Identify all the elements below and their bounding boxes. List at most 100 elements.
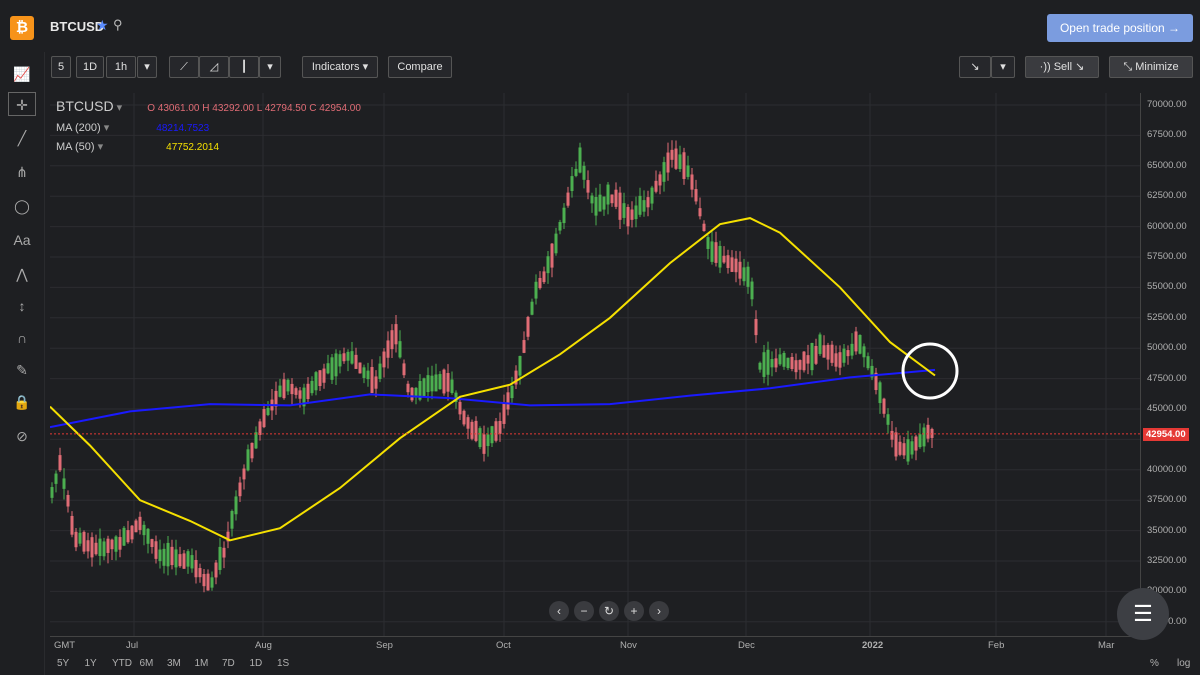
chart-toolbar: 5 1D 1h ▾ ⟋ ◿ ┃ ▾ Indicators ▾ Compare ↘… — [0, 52, 1200, 88]
sell-button[interactable]: ·)) Sell ↘ — [1025, 56, 1099, 78]
candle-body — [654, 180, 658, 192]
candle-body — [478, 428, 482, 448]
period-1m-button[interactable]: 1M — [195, 658, 209, 669]
candlestick-chart[interactable] — [49, 93, 1140, 636]
candle-body — [218, 546, 222, 570]
period-1s-button[interactable]: 1S — [277, 658, 289, 669]
pencil-icon[interactable]: ✎ — [8, 358, 36, 382]
period-3m-button[interactable]: 3M — [167, 658, 181, 669]
price-tick-label: 60000.00 — [1147, 220, 1187, 232]
axis-mode-log-button[interactable]: log — [1177, 658, 1190, 669]
magnet-icon[interactable]: ∩ — [8, 326, 36, 350]
search-icon[interactable]: ⚲ — [113, 17, 123, 33]
hide-drawings-icon[interactable]: ⊘ — [8, 424, 36, 448]
open-trade-button[interactable]: Open trade position → — [1047, 14, 1193, 42]
candle-body — [150, 539, 154, 548]
scroll-right-button[interactable]: › — [649, 601, 669, 621]
candle-body — [298, 390, 302, 399]
order-direction-icon[interactable]: ↘ — [959, 56, 991, 78]
ma200-label[interactable]: MA (200) — [56, 122, 101, 134]
line-chart-icon[interactable]: ⟋ — [169, 56, 199, 78]
period-7d-button[interactable]: 7D — [222, 658, 235, 669]
time-axis[interactable]: GMT Jul Aug Sep Oct Nov Dec 2022 Feb Mar — [50, 636, 1140, 654]
ellipse-icon[interactable]: ◯ — [8, 194, 36, 218]
period-5y-button[interactable]: 5Y — [57, 658, 69, 669]
pitchfork-icon[interactable]: ⋔ — [8, 160, 36, 184]
reset-chart-button[interactable]: ↻ — [599, 601, 619, 621]
crosshair-icon[interactable]: ✛ — [8, 92, 36, 116]
candle-body — [630, 209, 634, 220]
area-chart-icon[interactable]: ◿ — [199, 56, 229, 78]
compare-button[interactable]: Compare — [388, 56, 452, 78]
text-tool-icon[interactable]: Aa — [8, 228, 36, 252]
candle-body — [346, 351, 350, 361]
candle-body — [518, 355, 522, 376]
interval-1d-button[interactable]: 1D — [76, 56, 104, 78]
candle-body — [422, 378, 426, 397]
candle-body — [466, 417, 470, 429]
order-dropdown-icon[interactable]: ▾ — [991, 56, 1015, 78]
candle-body — [234, 496, 238, 515]
interval-1h-button[interactable]: 1h — [106, 56, 136, 78]
indicators-button[interactable]: Indicators ▾ — [302, 56, 378, 78]
chart-type-dropdown-icon[interactable]: ▾ — [259, 56, 281, 78]
candle-body — [178, 554, 182, 567]
candle-body — [526, 316, 530, 337]
candle-body — [382, 351, 386, 368]
candle-body — [458, 401, 462, 415]
scroll-left-button[interactable]: ‹ — [549, 601, 569, 621]
candle-body — [914, 436, 918, 451]
candle-body — [606, 184, 610, 205]
candle-body — [214, 562, 218, 578]
interval-5-button[interactable]: 5 — [51, 56, 71, 78]
price-axis[interactable]: 70000.00 67500.00 65000.00 62500.00 60000.00… — [1140, 93, 1200, 636]
candle-body — [50, 487, 54, 498]
candle-body — [286, 379, 290, 392]
candle-body — [198, 568, 202, 578]
candle-body — [690, 174, 694, 190]
period-ytd-button[interactable]: YTD — [112, 658, 132, 669]
candle-body — [266, 407, 270, 416]
price-tick-label: 55000.00 — [1147, 281, 1187, 293]
ma50-label[interactable]: MA (50) — [56, 141, 95, 153]
candle-body — [354, 354, 358, 369]
candle-body — [890, 430, 894, 440]
ma50-value: 47752.2014 — [166, 142, 220, 153]
candle-body — [710, 241, 714, 262]
candle-body — [434, 374, 438, 392]
candle-body — [658, 174, 662, 186]
axis-mode-percent-button[interactable]: % — [1150, 658, 1159, 669]
candle-body — [474, 420, 478, 441]
period-6m-button[interactable]: 6M — [140, 658, 154, 669]
candle-body — [674, 148, 678, 169]
chat-icon[interactable]: ☰ — [1117, 588, 1169, 640]
lock-icon[interactable]: 🔒 — [8, 390, 36, 414]
candle-body — [546, 256, 550, 274]
candle-body — [490, 426, 494, 444]
period-1y-button[interactable]: 1Y — [85, 658, 97, 669]
legend-symbol[interactable]: BTCUSD — [56, 98, 114, 114]
candle-body — [738, 261, 742, 279]
minimize-button[interactable]: ⤡ Minimize — [1109, 56, 1193, 78]
pattern-icon[interactable]: ⋀ — [8, 262, 36, 286]
candle-body — [282, 379, 286, 399]
zoom-in-button[interactable]: + — [624, 601, 644, 621]
time-tick-label: Sep — [376, 640, 393, 651]
candle-body — [614, 189, 618, 207]
time-tick-label: Dec — [738, 640, 755, 651]
price-chart[interactable] — [49, 93, 1140, 636]
zoom-out-button[interactable]: − — [574, 601, 594, 621]
candlestick-chart-icon[interactable]: ┃ — [229, 56, 259, 78]
interval-dropdown-icon[interactable]: ▾ — [137, 56, 157, 78]
candle-body — [646, 197, 650, 208]
candle-body — [598, 194, 602, 212]
favorite-star-icon[interactable]: ★ — [96, 17, 109, 34]
candle-body — [550, 243, 554, 268]
period-1d-button[interactable]: 1D — [250, 658, 263, 669]
candle-body — [814, 345, 818, 364]
candle-body — [830, 344, 834, 363]
trend-line-icon[interactable]: ╱ — [8, 126, 36, 150]
candle-body — [438, 374, 442, 390]
candle-body — [926, 424, 930, 439]
measure-icon[interactable]: ↕ — [8, 294, 36, 318]
